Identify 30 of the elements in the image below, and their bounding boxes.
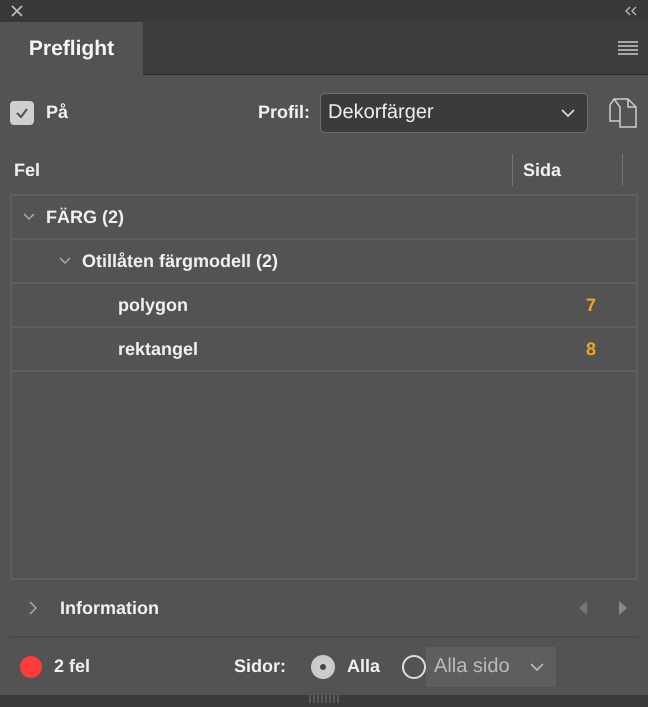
column-header: Sida [512,154,622,186]
page-number[interactable]: 8 [586,338,636,360]
pages-label: Sidor: [234,656,286,677]
checkbox[interactable] [10,100,34,124]
document-icon[interactable] [608,96,638,128]
radio-button[interactable] [311,654,335,678]
tree-row[interactable]: FÄRG (2) [12,196,636,240]
error-count: 2 fel [54,656,92,677]
column-header: Fel [13,160,42,180]
panel-tab[interactable]: Preflight [0,22,143,75]
profile-dropdown[interactable]: Dekorfärger [320,92,588,132]
section-title[interactable]: Information [60,598,558,618]
menu-icon[interactable] [618,41,638,55]
issue-label: polygon [118,294,189,316]
profile-label: Profil: [258,102,310,123]
range-dropdown[interactable]: Alla sido [426,646,556,686]
radio-label: Alla [347,656,380,677]
issue-label: rektangel [118,338,200,360]
tree-row[interactable]: rektangel 8 [12,328,636,372]
collapse-icon[interactable] [624,6,638,16]
caret-icon [561,108,575,116]
page-number[interactable]: 7 [586,294,636,316]
resize-grip-icon[interactable] [309,695,339,703]
caret-icon [530,662,544,670]
issue-label: Otillåten färgmodell (2) [82,250,280,272]
tree-row[interactable]: polygon 7 [12,284,636,328]
tree-row[interactable]: Otillåten färgmodell (2) [12,240,636,284]
checkbox-label: På [46,102,68,123]
issue-label: FÄRG (2) [46,206,125,228]
close-icon[interactable] [10,4,24,18]
